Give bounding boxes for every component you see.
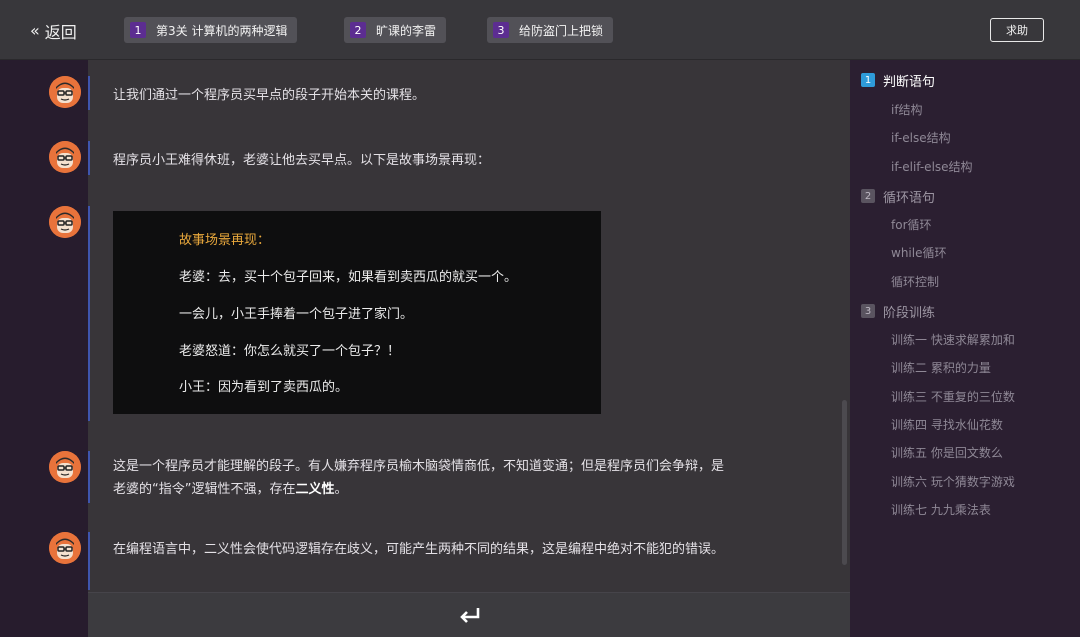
chat-message: 这是一个程序员才能理解的段子。有人嫌弃程序员榆木脑袋情商低，不知道变通；但是程序…	[113, 455, 733, 501]
tab-label: 旷课的李雷	[376, 23, 437, 38]
message-accent-bar	[88, 206, 90, 421]
avatar	[49, 451, 81, 483]
outline-item[interactable]: while循环	[891, 244, 946, 262]
section-number: 2	[861, 189, 875, 203]
tab-level-2[interactable]: 2 旷课的李雷	[344, 17, 447, 43]
outline-item[interactable]: for循环	[891, 216, 932, 234]
message-text: 。	[334, 482, 348, 497]
back-button[interactable]: ‹‹ 返回	[30, 18, 77, 44]
outline-item[interactable]: 循环控制	[891, 273, 939, 291]
outline-item[interactable]: if-else结构	[891, 129, 951, 147]
tab-number: 2	[350, 22, 366, 38]
cartoon-programmer-avatar-icon	[49, 206, 81, 238]
section-label: 循环语句	[883, 190, 936, 206]
outline-item[interactable]: if-elif-else结构	[891, 158, 973, 176]
story-line: 老婆怒道：你怎么就买了一个包子？！	[179, 344, 401, 359]
chat-message: 让我们通过一个程序员买早点的段子开始本关的课程。	[113, 88, 426, 103]
avatar	[49, 532, 81, 564]
story-line: 一会儿，小王手捧着一个包子进了家门。	[179, 307, 414, 322]
story-line: 小王：因为看到了卖西瓜的。	[179, 380, 349, 395]
enter-return-icon[interactable]	[457, 603, 483, 627]
avatar	[49, 206, 81, 238]
message-accent-bar	[88, 451, 90, 503]
tab-label: 第3关 计算机的两种逻辑	[156, 23, 288, 38]
outline-item[interactable]: if结构	[891, 101, 923, 119]
tab-level-1[interactable]: 1 第3关 计算机的两种逻辑	[124, 17, 298, 43]
back-label: 返回	[44, 23, 77, 42]
outline-item[interactable]: 训练二 累积的力量	[891, 359, 991, 377]
section-stage-training[interactable]: 3 阶段训练	[861, 301, 935, 321]
cartoon-programmer-avatar-icon	[49, 76, 81, 108]
section-label: 阶段训练	[883, 305, 936, 321]
outline-item[interactable]: 训练一 快速求解累加和	[891, 331, 1015, 349]
outline-sidebar: 1 判断语句 if结构 if-else结构 if-elif-else结构 2 循…	[850, 60, 1080, 637]
chat-message: 程序员小王难得休班，老婆让他去买早点。以下是故事场景再现：	[113, 153, 491, 168]
message-accent-bar	[88, 532, 90, 590]
avatar	[49, 76, 81, 108]
outline-item[interactable]: 训练五 你是回文数么	[891, 444, 1003, 462]
message-text: 这是一个程序员才能理解的段子。有人嫌弃程序员榆木脑袋情商低，不知道变通；但是程序…	[113, 459, 725, 497]
bottom-input-bar	[88, 592, 850, 637]
section-loop-statements[interactable]: 2 循环语句	[861, 186, 935, 206]
cartoon-programmer-avatar-icon	[49, 451, 81, 483]
cartoon-programmer-avatar-icon	[49, 141, 81, 173]
section-number: 1	[861, 73, 875, 87]
outline-item[interactable]: 训练六 玩个猜数字游戏	[891, 473, 1015, 491]
story-line: 老婆：去，买十个包子回来，如果看到卖西瓜的就买一个。	[179, 270, 518, 285]
chat-message: 在编程语言中，二义性会使代码逻辑存在歧义，可能产生两种不同的结果，这是编程中绝对…	[113, 542, 725, 557]
chat-scrollbar[interactable]	[842, 400, 847, 565]
cartoon-programmer-avatar-icon	[49, 532, 81, 564]
avatar	[49, 141, 81, 173]
outline-item[interactable]: 训练三 不重复的三位数	[891, 388, 1015, 406]
tab-label: 给防盗门上把锁	[519, 23, 604, 38]
help-button[interactable]: 求助	[990, 18, 1044, 42]
outline-item[interactable]: 训练七 九九乘法表	[891, 501, 991, 519]
tab-number: 3	[493, 22, 509, 38]
outline-item[interactable]: 训练四 寻找水仙花数	[891, 416, 1003, 434]
message-emphasis: 二义性	[295, 482, 335, 497]
story-title: 故事场景再现：	[179, 233, 271, 248]
message-accent-bar	[88, 76, 90, 110]
tab-number: 1	[130, 22, 146, 38]
section-number: 3	[861, 304, 875, 318]
top-bar: ‹‹ 返回 1 第3关 计算机的两种逻辑 2 旷课的李雷 3 给防盗门上把锁 求…	[0, 0, 1080, 60]
story-card: 故事场景再现： 老婆：去，买十个包子回来，如果看到卖西瓜的就买一个。 一会儿，小…	[113, 211, 601, 414]
message-accent-bar	[88, 141, 90, 175]
tab-level-3[interactable]: 3 给防盗门上把锁	[487, 17, 614, 43]
double-chevron-left-icon: ‹‹	[30, 21, 40, 40]
section-judgement-statements[interactable]: 1 判断语句	[861, 70, 935, 90]
section-label: 判断语句	[883, 74, 936, 90]
